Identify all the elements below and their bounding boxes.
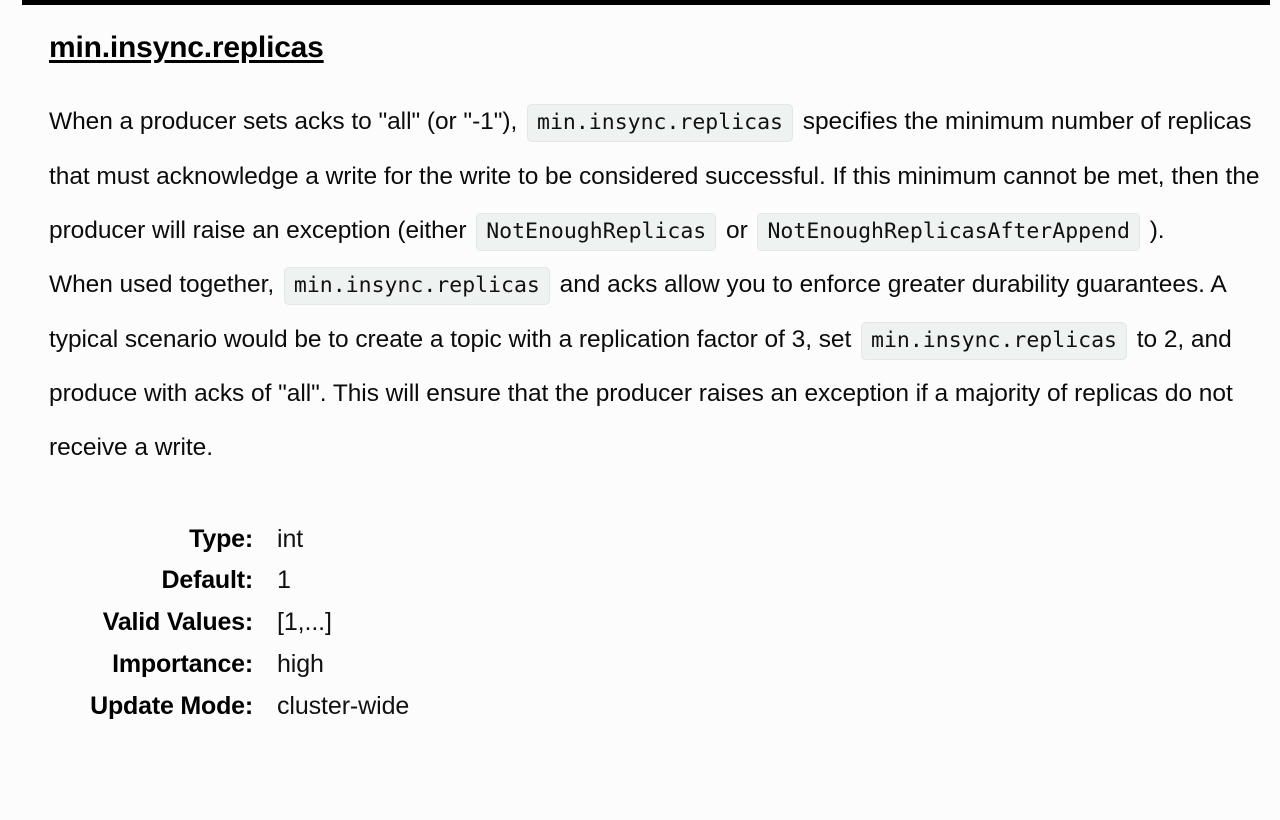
description-text-segment: When used together, (49, 271, 275, 299)
property-row-valid-values: Valid Values: [1,...] (49, 602, 1266, 644)
description-text-segment: or (726, 216, 748, 244)
inline-code-min-insync-replicas: min.insync.replicas (527, 104, 793, 143)
config-description: When a producer sets acks to "all" (or "… (49, 95, 1264, 474)
property-value-valid-values: [1,...] (277, 608, 332, 637)
property-row-type: Type: int (49, 519, 1266, 561)
property-label-type: Type: (189, 524, 253, 553)
inline-code-min-insync-replicas: min.insync.replicas (861, 321, 1127, 360)
property-value-type: int (277, 524, 304, 553)
property-value-default: 1 (277, 566, 291, 595)
property-value-update-mode: cluster-wide (277, 691, 410, 720)
property-label-default: Default: (161, 566, 254, 595)
property-value-importance: high (277, 649, 324, 678)
config-properties-list: Type: int Default: 1 Valid Values: [1,..… (49, 519, 1266, 728)
property-row-update-mode: Update Mode: cluster-wide (49, 686, 1266, 728)
page-title: min.insync.replicas (49, 31, 324, 64)
property-label-valid-values: Valid Values: (102, 608, 253, 637)
property-label-importance: Importance: (112, 649, 253, 678)
property-row-importance: Importance: high (49, 644, 1266, 686)
inline-code-min-insync-replicas: min.insync.replicas (283, 267, 550, 306)
description-text-segment: ). (1149, 216, 1165, 244)
documentation-page: min.insync.replicas When a producer sets… (0, 0, 1280, 728)
inline-code-not-enough-replicas: NotEnoughReplicas (476, 212, 717, 251)
description-text-segment: When a producer sets acks to "all" (or "… (49, 108, 518, 136)
property-label-update-mode: Update Mode: (90, 691, 253, 720)
config-section: min.insync.replicas When a producer sets… (49, 0, 1266, 728)
inline-code-not-enough-replicas-after-append: NotEnoughReplicasAfterAppend (757, 212, 1140, 251)
property-row-default: Default: 1 (49, 560, 1266, 602)
